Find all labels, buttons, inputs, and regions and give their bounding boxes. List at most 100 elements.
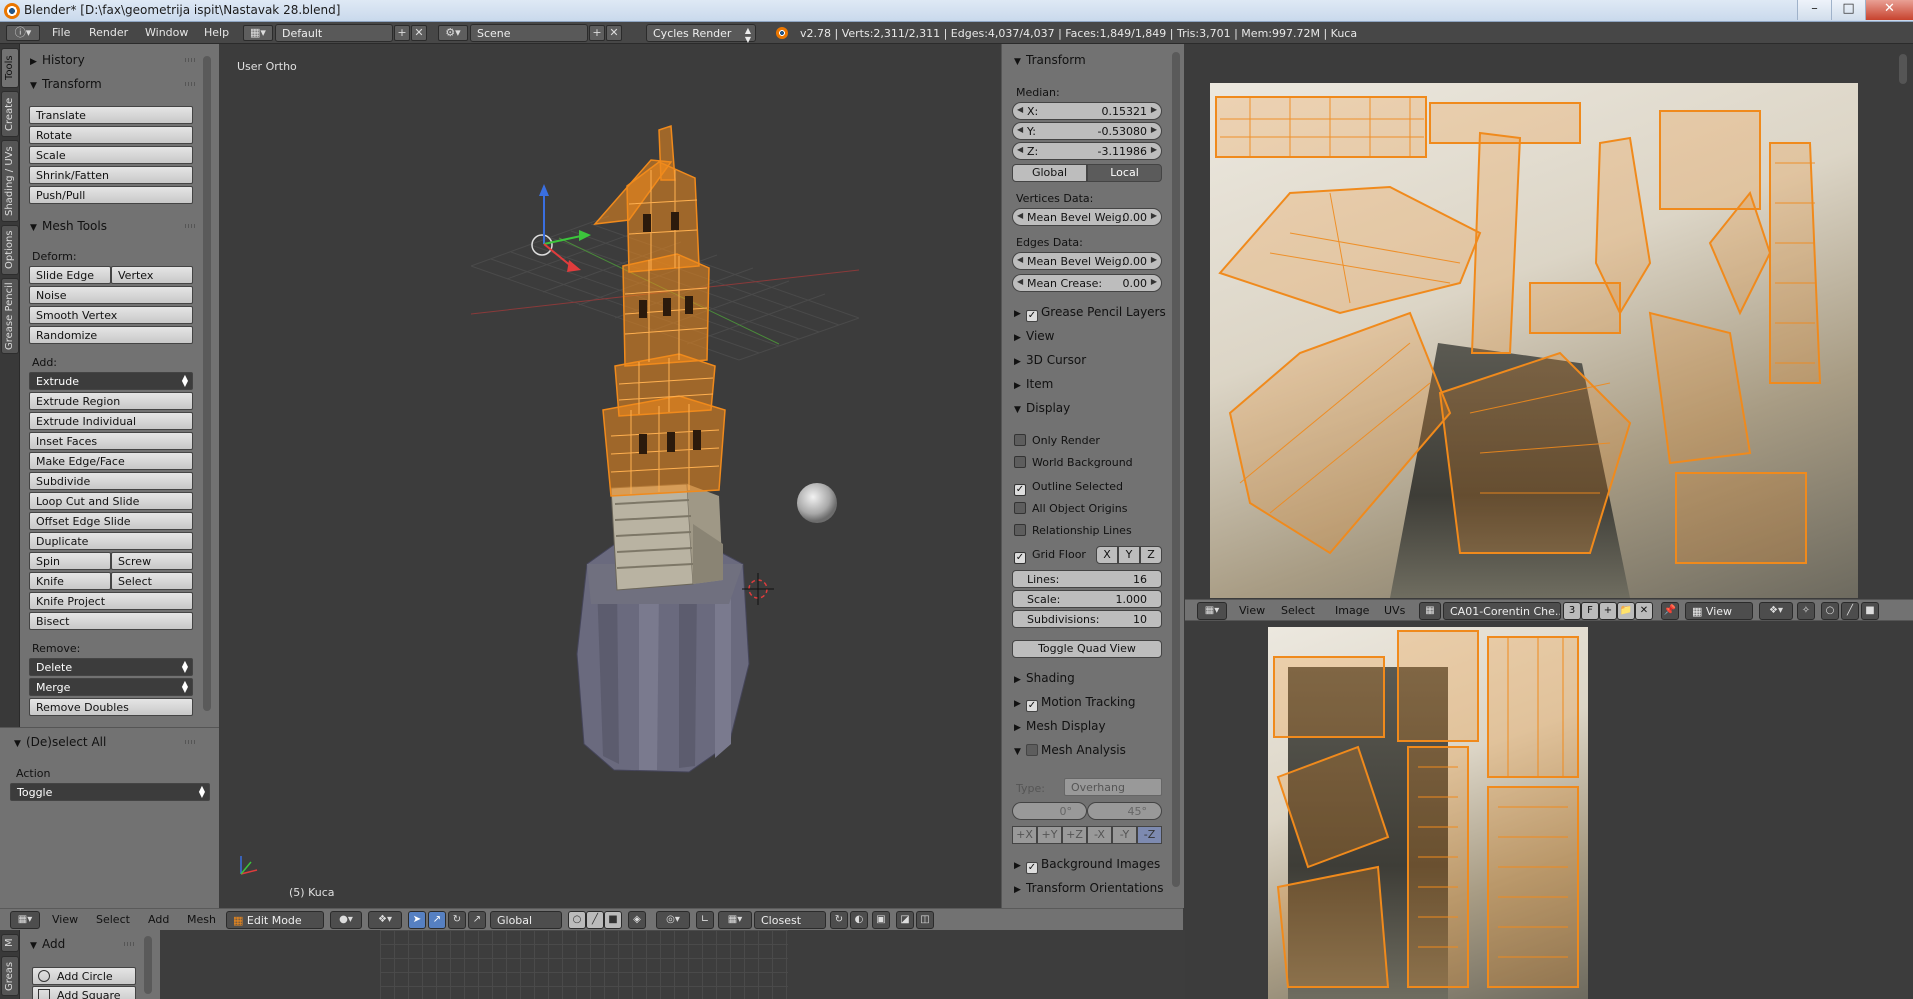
increment-arrow-icon[interactable]: ▶ bbox=[1151, 105, 1157, 114]
axis-y-toggle[interactable]: Y bbox=[1118, 546, 1140, 564]
drag-grip-icon[interactable] bbox=[185, 82, 197, 86]
only-render-checkbox[interactable]: Only Render bbox=[1014, 434, 1100, 447]
manipulator-toggle-icon[interactable]: ➤ bbox=[408, 911, 426, 929]
axis-x-toggle[interactable]: X bbox=[1096, 546, 1118, 564]
sticky-selection-icon[interactable]: ✧ bbox=[1797, 602, 1815, 620]
scene-icon[interactable]: ⚙▾ bbox=[438, 25, 468, 41]
opengl-render-icon[interactable]: ◪ bbox=[896, 911, 914, 929]
checkbox-checked-icon[interactable]: ✓ bbox=[1026, 862, 1038, 874]
slide-edge-button[interactable]: Slide Edge bbox=[29, 266, 111, 284]
snap-align-icon[interactable]: ↻ bbox=[830, 911, 848, 929]
overhang-max-field[interactable]: 45° bbox=[1087, 802, 1162, 820]
vertex-select-icon[interactable]: ○ bbox=[568, 911, 586, 929]
bottom-shelf-scrollbar[interactable] bbox=[144, 936, 152, 994]
menu-view[interactable]: View bbox=[52, 913, 78, 926]
opengl-anim-icon[interactable]: ◫ bbox=[916, 911, 934, 929]
translate-manipulator-icon[interactable]: ↗ bbox=[428, 911, 446, 929]
image-name-field[interactable]: CA01-Corentin Che... bbox=[1443, 602, 1561, 620]
panel-mesh-tools[interactable]: ▼ Mesh Tools bbox=[24, 216, 201, 236]
occlude-geometry-icon[interactable]: ◈ bbox=[628, 911, 646, 929]
vertex-bevel-weight-field[interactable]: ◀ Mean Bevel Weig: 0.00 ▶ bbox=[1012, 208, 1162, 226]
snap-toggle-icon[interactable]: ∟ bbox=[696, 911, 714, 929]
screen-layout-field[interactable]: Default bbox=[275, 24, 393, 42]
menu-file[interactable]: File bbox=[52, 26, 70, 39]
unlink-image-icon[interactable]: ✕ bbox=[1635, 602, 1653, 620]
decrement-arrow-icon[interactable]: ◀ bbox=[1017, 145, 1023, 154]
uv-edge-select-icon[interactable]: ╱ bbox=[1841, 602, 1859, 620]
panel-mesh-analysis[interactable]: ▼ Mesh Analysis bbox=[1008, 740, 1174, 760]
extrude-region-button[interactable]: Extrude Region bbox=[29, 392, 193, 410]
panel-transform-orientations[interactable]: ▶ Transform Orientations bbox=[1008, 878, 1174, 898]
menu-window[interactable]: Window bbox=[145, 26, 188, 39]
axis-plus-y-toggle[interactable]: +Y bbox=[1037, 826, 1062, 844]
checkbox-icon[interactable] bbox=[1026, 744, 1038, 756]
menu-help[interactable]: Help bbox=[204, 26, 229, 39]
drag-grip-icon[interactable] bbox=[124, 942, 136, 946]
delete-menu-button[interactable]: Delete ▲ ▼ bbox=[29, 658, 193, 676]
knife-select-button[interactable]: Select bbox=[111, 572, 193, 590]
panel-3d-cursor[interactable]: ▶ 3D Cursor bbox=[1008, 350, 1174, 370]
spin-button[interactable]: Spin bbox=[29, 552, 111, 570]
tab-shading-uvs[interactable]: Shading / UVs bbox=[1, 140, 19, 222]
panel-history[interactable]: ▶ History bbox=[24, 50, 201, 70]
tab-options[interactable]: Options bbox=[1, 225, 19, 275]
panel-background-images[interactable]: ▶ ✓ Background Images bbox=[1008, 854, 1174, 874]
slide-vertex-button[interactable]: Vertex bbox=[111, 266, 193, 284]
scale-button[interactable]: Scale bbox=[29, 146, 193, 164]
make-edge-face-button[interactable]: Make Edge/Face bbox=[29, 452, 193, 470]
editor-type-uv-icon[interactable]: ▦▾ bbox=[1197, 602, 1227, 620]
knife-project-button[interactable]: Knife Project bbox=[29, 592, 193, 610]
panel-display[interactable]: ▼ Display bbox=[1008, 398, 1174, 418]
uv-texture-canvas-top[interactable] bbox=[1210, 83, 1858, 598]
scene-field[interactable]: Scene bbox=[470, 24, 588, 42]
merge-menu-button[interactable]: Merge ▲ ▼ bbox=[29, 678, 193, 696]
mean-crease-field[interactable]: ◀ Mean Crease: 0.00 ▶ bbox=[1012, 274, 1162, 292]
tab-mask[interactable]: M bbox=[1, 934, 19, 952]
render-engine-select[interactable]: Cycles Render ▲ ▼ bbox=[646, 24, 756, 44]
knife-button[interactable]: Knife bbox=[29, 572, 111, 590]
world-background-checkbox[interactable]: World Background bbox=[1014, 456, 1133, 469]
uv-image-editor[interactable] bbox=[1184, 44, 1913, 999]
axis-minus-z-toggle[interactable]: -Z bbox=[1137, 826, 1162, 844]
push-pull-button[interactable]: Push/Pull bbox=[29, 186, 193, 204]
increment-arrow-icon[interactable]: ▶ bbox=[1151, 145, 1157, 154]
axis-minus-x-toggle[interactable]: -X bbox=[1087, 826, 1112, 844]
noise-button[interactable]: Noise bbox=[29, 286, 193, 304]
decrement-arrow-icon[interactable]: ◀ bbox=[1017, 105, 1023, 114]
panel-deselect-all[interactable]: ▼ (De)select All bbox=[8, 732, 201, 752]
screw-button[interactable]: Screw bbox=[111, 552, 193, 570]
axis-minus-y-toggle[interactable]: -Y bbox=[1112, 826, 1137, 844]
increment-arrow-icon[interactable]: ▶ bbox=[1151, 255, 1157, 264]
offset-edge-slide-button[interactable]: Offset Edge Slide bbox=[29, 512, 193, 530]
rotate-button[interactable]: Rotate bbox=[29, 126, 193, 144]
grid-lines-field[interactable]: Lines: 16 bbox=[1012, 570, 1162, 588]
uv-menu-select[interactable]: Select bbox=[1281, 604, 1315, 617]
fake-user-toggle[interactable]: F bbox=[1581, 602, 1599, 620]
increment-arrow-icon[interactable]: ▶ bbox=[1151, 211, 1157, 220]
inset-faces-button[interactable]: Inset Faces bbox=[29, 432, 193, 450]
menu-select[interactable]: Select bbox=[96, 913, 130, 926]
minimize-button[interactable]: – bbox=[1797, 0, 1831, 20]
drag-grip-icon[interactable] bbox=[185, 58, 197, 62]
randomize-button[interactable]: Randomize bbox=[29, 326, 193, 344]
panel-shading[interactable]: ▶ Shading bbox=[1008, 668, 1174, 688]
axis-z-toggle[interactable]: Z bbox=[1140, 546, 1162, 564]
snap-element-icon[interactable]: ▦▾ bbox=[718, 911, 752, 929]
median-y-field[interactable]: ◀ Y: -0.53080 ▶ bbox=[1012, 122, 1162, 140]
pin-image-icon[interactable]: 📌 bbox=[1661, 602, 1679, 620]
toggle-quad-view-button[interactable]: Toggle Quad View bbox=[1012, 640, 1162, 658]
editor-type-info-icon[interactable]: ⓘ▾ bbox=[6, 25, 40, 41]
all-object-origins-checkbox[interactable]: All Object Origins bbox=[1014, 502, 1127, 515]
translate-button[interactable]: Translate bbox=[29, 106, 193, 124]
add-square-button[interactable]: Add Square bbox=[32, 986, 136, 999]
drag-grip-icon[interactable] bbox=[185, 224, 197, 228]
uv-top-right-handle[interactable] bbox=[1899, 54, 1907, 84]
pivot-point-icon[interactable]: ❖▾ bbox=[368, 911, 402, 929]
panel-mesh-display[interactable]: ▶ Mesh Display bbox=[1008, 716, 1174, 736]
pivot-point-icon[interactable]: ❖▾ bbox=[1759, 602, 1793, 620]
increment-arrow-icon[interactable]: ▶ bbox=[1151, 125, 1157, 134]
viewport-shading-icon[interactable]: ●▾ bbox=[330, 911, 362, 929]
action-select[interactable]: Toggle ▲ ▼ bbox=[10, 783, 210, 801]
grid-scale-field[interactable]: Scale: 1.000 bbox=[1012, 590, 1162, 608]
decrement-arrow-icon[interactable]: ◀ bbox=[1017, 211, 1023, 220]
